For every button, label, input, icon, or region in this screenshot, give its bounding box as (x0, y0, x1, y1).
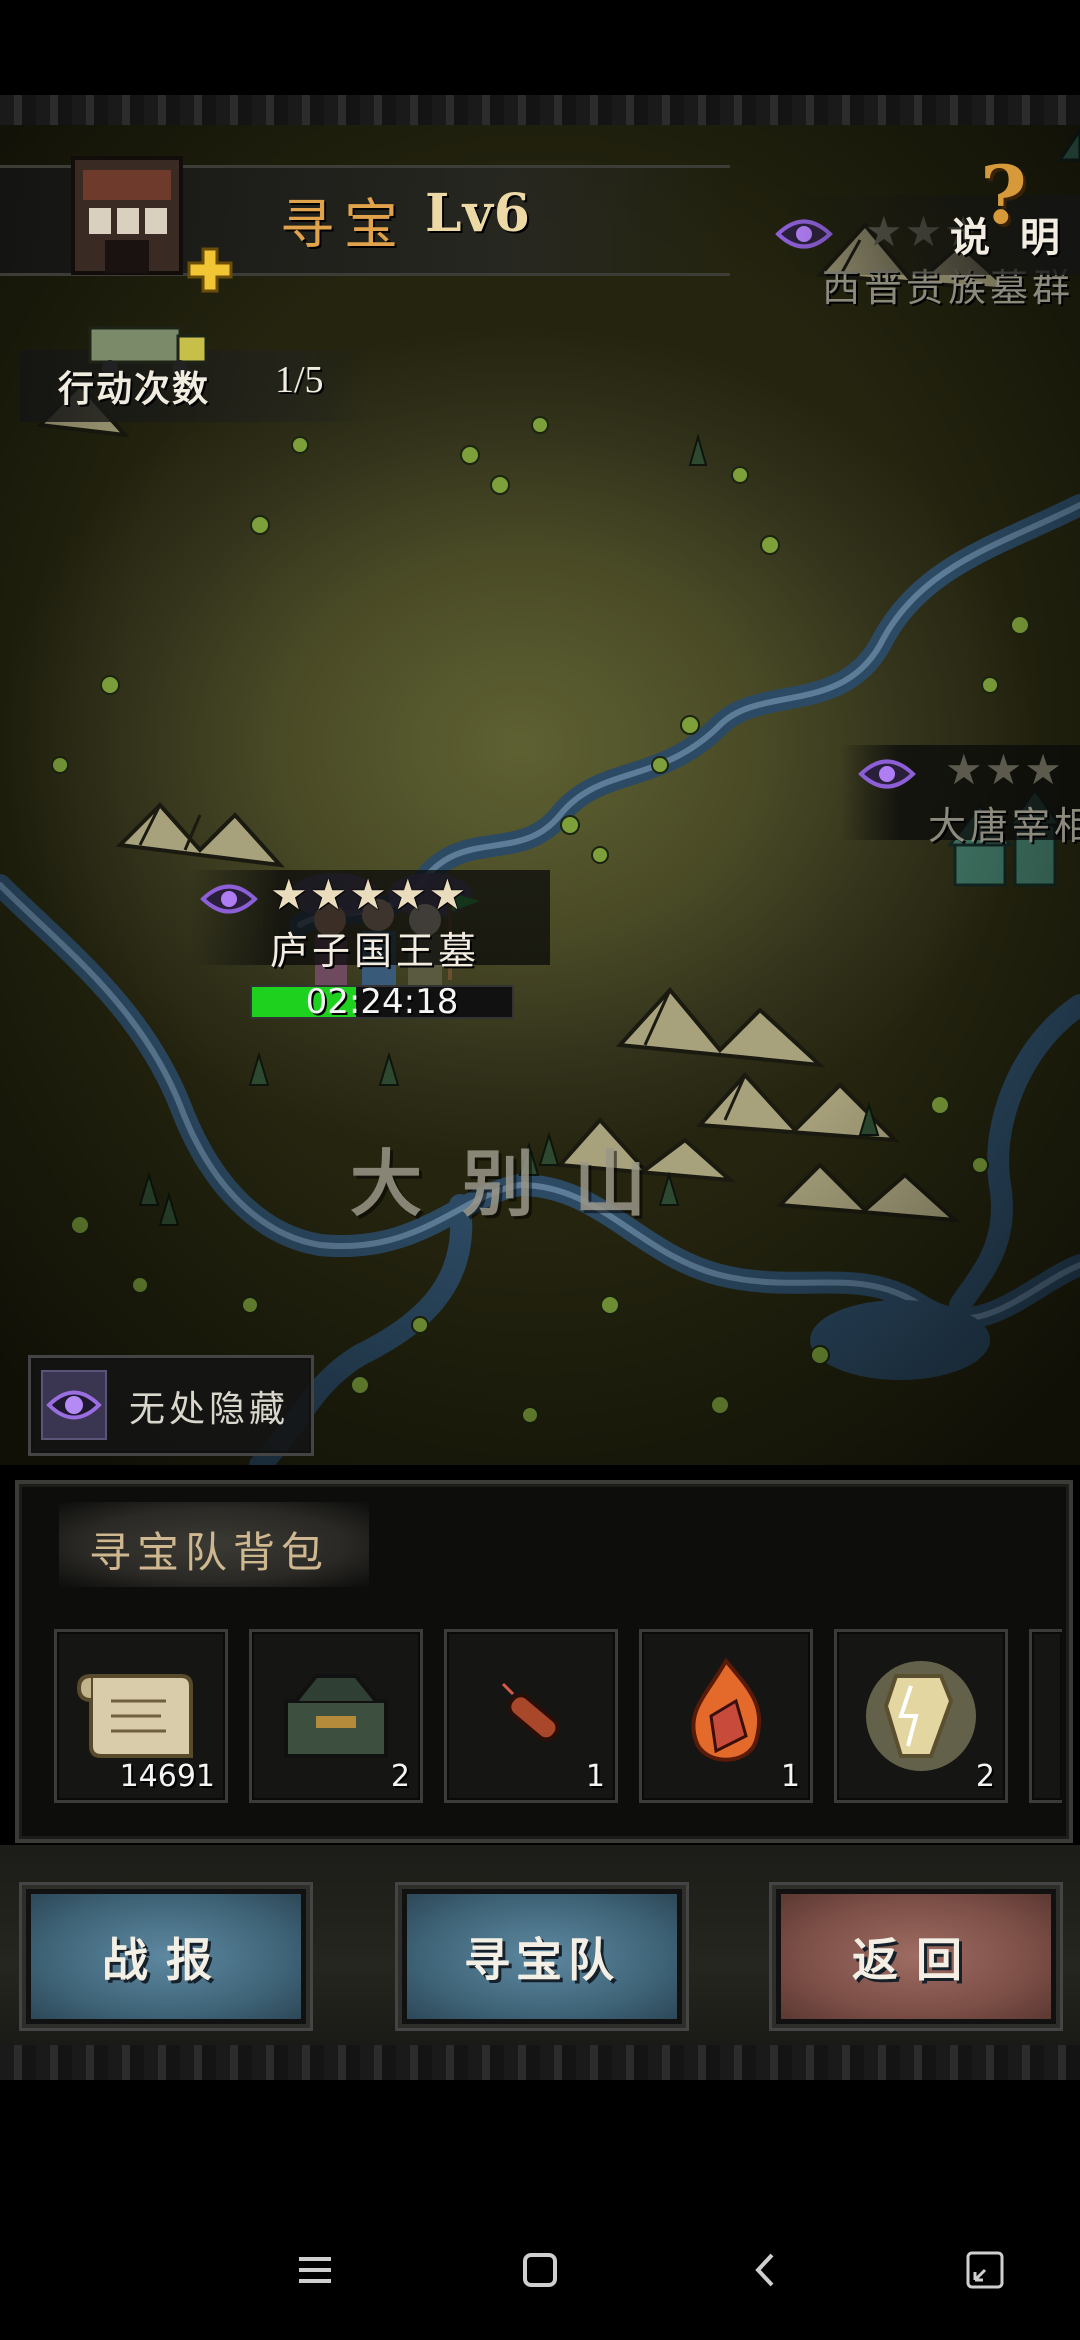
location-name-datang[interactable]: 大唐宰相 (928, 795, 1080, 850)
bottom-frame-border (0, 2045, 1080, 2080)
location-stars-datang: ★★★ (945, 745, 1064, 794)
firecracker-icon (501, 1682, 560, 1742)
treasure-house-icon[interactable] (65, 148, 190, 278)
bottom-button-row: 战报 寻宝队 返回 (0, 1845, 1080, 2045)
top-blank (0, 0, 1080, 95)
treasure-team-button[interactable]: 寻宝队 (398, 1885, 686, 2028)
level-indicator: Lv6 (425, 183, 531, 244)
eye-icon[interactable] (200, 880, 258, 918)
fire-stone-icon (691, 1657, 762, 1762)
action-count-label: 行动次数 (58, 369, 211, 410)
system-nav-bar (0, 2200, 1080, 2340)
top-frame-border (0, 95, 1080, 127)
backpack-slot[interactable]: 2 (249, 1629, 423, 1803)
backpack-slot[interactable]: 1 (639, 1629, 813, 1803)
battle-report-label: 战报 (102, 1932, 230, 1987)
page-title: 寻宝 (280, 193, 408, 256)
team-backpack-panel: 寻宝队背包 14691 2 1 1 2 (15, 1480, 1073, 1843)
item-count: 2 (975, 1759, 995, 1794)
lightning-crystal-icon (866, 1661, 976, 1771)
back-label: 返回 (852, 1932, 980, 1987)
treasure-team-label: 寻宝队 (464, 1932, 620, 1987)
eye-icon (41, 1370, 107, 1440)
item-count: 2 (390, 1759, 410, 1794)
backpack-slot[interactable]: 2 (834, 1629, 1008, 1803)
location-name-luziguo[interactable]: 庐子国王墓 (270, 920, 480, 975)
back-button[interactable]: 返回 (772, 1885, 1060, 2028)
help-button[interactable]: 说 明 (950, 205, 1068, 263)
home-icon[interactable] (515, 2245, 565, 2295)
map-region-label: 大别山 (350, 1141, 687, 1226)
expedition-timer-text: 02:24:18 (305, 982, 459, 1022)
backpack-title: 寻宝队背包 (89, 1528, 330, 1577)
backpack-slot[interactable]: 1 (444, 1629, 618, 1803)
reveal-all-skill-label: 无处隐藏 (129, 1389, 290, 1430)
expedition-timer-bar: 02:24:18 (250, 982, 514, 1022)
item-count: 1 (780, 1759, 800, 1794)
screen-rotate-icon[interactable] (960, 2245, 1010, 2295)
battle-report-button[interactable]: 战报 (22, 1885, 310, 2028)
item-count: 1 (585, 1759, 605, 1794)
reveal-all-skill-button[interactable]: 无处隐藏 (28, 1355, 314, 1456)
menu-icon[interactable] (290, 2245, 340, 2295)
action-count-value: 1/5 (275, 359, 324, 401)
eye-icon[interactable] (858, 755, 916, 793)
item-count: 14691 (119, 1759, 215, 1794)
toolbox-icon (284, 1674, 388, 1758)
location-stars-luziguo: ★★★★★ (270, 870, 469, 919)
backpack-slot[interactable]: 14691 (54, 1629, 228, 1803)
plus-icon[interactable] (185, 245, 235, 295)
back-nav-icon[interactable] (740, 2245, 790, 2295)
backpack-slot-partial[interactable] (1029, 1629, 1062, 1803)
